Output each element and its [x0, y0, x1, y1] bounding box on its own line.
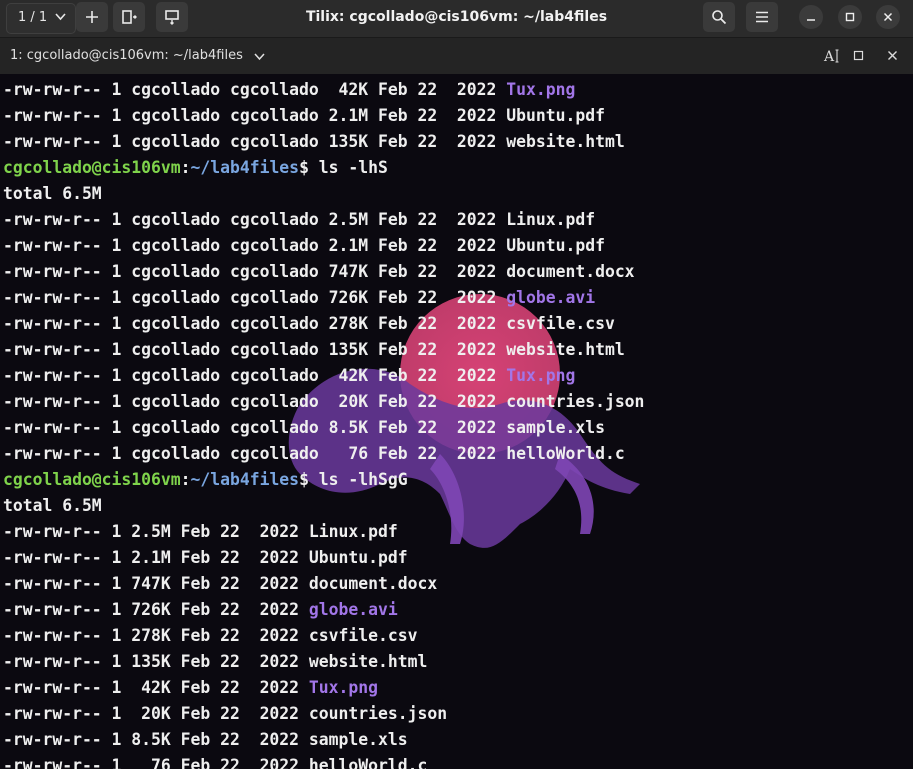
session-counter: 1 / 1	[18, 10, 48, 25]
terminal-maximize-icon[interactable]	[853, 50, 864, 61]
terminal-segment: total 6.5M	[3, 184, 102, 203]
terminal-line: -rw-rw-r-- 1 cgcollado cgcollado 76 Feb …	[3, 441, 625, 467]
terminal-segment: -rw-rw-r-- 1 cgcollado cgcollado 42K Feb…	[3, 366, 507, 385]
terminal-segment: -rw-rw-r-- 1 20K Feb 22 2022 countries.j…	[3, 704, 448, 723]
split-right-button[interactable]	[113, 2, 145, 32]
chevron-down-icon	[55, 13, 66, 21]
terminal-tab-label: 1: cgcollado@cis106vm: ~/lab4files	[10, 48, 243, 63]
terminal-segment: Tux.png	[506, 366, 576, 385]
terminal-line: -rw-rw-r-- 1 cgcollado cgcollado 2.5M Fe…	[3, 207, 595, 233]
terminal-output[interactable]: -rw-rw-r-- 1 cgcollado cgcollado 42K Feb…	[0, 74, 913, 769]
terminal-segment: -rw-rw-r-- 1 cgcollado cgcollado 747K Fe…	[3, 262, 635, 281]
terminal-segment: -rw-rw-r-- 1 cgcollado cgcollado 726K Fe…	[3, 288, 507, 307]
terminal-segment: -rw-rw-r-- 1 cgcollado cgcollado 2.5M Fe…	[3, 210, 596, 229]
add-session-button[interactable]	[76, 2, 108, 32]
terminal-segment: -rw-rw-r-- 1 cgcollado cgcollado 42K Feb…	[3, 80, 507, 99]
terminal-segment: cgcollado@cis106vm	[3, 158, 181, 177]
terminal-segment: :	[180, 470, 191, 489]
terminal-line: -rw-rw-r-- 1 cgcollado cgcollado 278K Fe…	[3, 311, 615, 337]
terminal-line: total 6.5M	[3, 181, 102, 207]
terminal-segment: -rw-rw-r-- 1 cgcollado cgcollado 135K Fe…	[3, 132, 625, 151]
terminal-line: -rw-rw-r-- 1 42K Feb 22 2022 Tux.png	[3, 675, 378, 701]
terminal-segment: ~/lab4files	[190, 158, 300, 177]
terminal-close-icon[interactable]	[887, 50, 898, 61]
terminal-line: total 6.5M	[3, 493, 102, 519]
terminal-line: -rw-rw-r-- 1 cgcollado cgcollado 42K Feb…	[3, 363, 575, 389]
terminal-segment: -rw-rw-r-- 1 278K Feb 22 2022 csvfile.cs…	[3, 626, 418, 645]
svg-text:A: A	[823, 49, 835, 65]
terminal-line: -rw-rw-r-- 1 cgcollado cgcollado 2.1M Fe…	[3, 103, 605, 129]
hamburger-menu-icon	[755, 11, 769, 23]
terminal-segment: -rw-rw-r-- 1 726K Feb 22 2022	[3, 600, 309, 619]
search-button[interactable]	[703, 2, 735, 32]
terminal-line: -rw-rw-r-- 1 cgcollado cgcollado 8.5K Fe…	[3, 415, 605, 441]
maximize-button[interactable]	[838, 5, 862, 29]
terminal-segment: -rw-rw-r-- 1 2.1M Feb 22 2022 Ubuntu.pdf	[3, 548, 408, 567]
terminal-titlebar: 1: cgcollado@cis106vm: ~/lab4files A	[0, 37, 913, 75]
terminal-line: -rw-rw-r-- 1 cgcollado cgcollado 42K Feb…	[3, 77, 575, 103]
terminal-line: cgcollado@cis106vm:~/lab4files$ ls -lhS	[3, 155, 388, 181]
terminal-segment: -rw-rw-r-- 1 cgcollado cgcollado 278K Fe…	[3, 314, 615, 333]
terminal-segment: -rw-rw-r-- 1 cgcollado cgcollado 135K Fe…	[3, 340, 625, 359]
main-menu-button[interactable]	[746, 2, 778, 32]
terminal-segment: -rw-rw-r-- 1 76 Feb 22 2022 helloWorld.c	[3, 756, 428, 769]
split-down-icon	[164, 9, 180, 25]
chevron-down-icon	[254, 53, 265, 61]
split-down-button[interactable]	[156, 2, 188, 32]
text-cursor-icon[interactable]: A	[823, 47, 841, 65]
terminal-title-dropdown[interactable]: 1: cgcollado@cis106vm: ~/lab4files	[0, 38, 280, 74]
minimize-button[interactable]	[799, 5, 823, 29]
terminal-line: -rw-rw-r-- 1 747K Feb 22 2022 document.d…	[3, 571, 437, 597]
terminal-segment: $ ls -lhS	[299, 158, 388, 177]
terminal-line: -rw-rw-r-- 1 2.1M Feb 22 2022 Ubuntu.pdf	[3, 545, 408, 571]
terminal-line: -rw-rw-r-- 1 278K Feb 22 2022 csvfile.cs…	[3, 623, 417, 649]
terminal-line: -rw-rw-r-- 1 20K Feb 22 2022 countries.j…	[3, 701, 447, 727]
terminal-segment: :	[180, 158, 191, 177]
maximize-icon	[845, 12, 855, 22]
terminal-segment: globe.avi	[308, 600, 398, 619]
minimize-icon	[806, 12, 816, 22]
terminal-line: -rw-rw-r-- 1 cgcollado cgcollado 20K Feb…	[3, 389, 644, 415]
terminal-segment: -rw-rw-r-- 1 cgcollado cgcollado 76 Feb …	[3, 444, 625, 463]
terminal-segment: total 6.5M	[3, 496, 102, 515]
terminal-segment: -rw-rw-r-- 1 2.5M Feb 22 2022 Linux.pdf	[3, 522, 398, 541]
terminal-segment: ~/lab4files	[190, 470, 300, 489]
terminal-segment: Tux.png	[308, 678, 378, 697]
terminal-line: -rw-rw-r-- 1 726K Feb 22 2022 globe.avi	[3, 597, 398, 623]
terminal-segment: -rw-rw-r-- 1 135K Feb 22 2022 website.ht…	[3, 652, 428, 671]
session-switcher[interactable]: 1 / 1	[6, 3, 76, 34]
terminal-line: -rw-rw-r-- 1 cgcollado cgcollado 135K Fe…	[3, 129, 625, 155]
terminal-line: -rw-rw-r-- 1 76 Feb 22 2022 helloWorld.c	[3, 753, 427, 769]
terminal-line: -rw-rw-r-- 1 2.5M Feb 22 2022 Linux.pdf	[3, 519, 398, 545]
terminal-line: cgcollado@cis106vm:~/lab4files$ ls -lhSg…	[3, 467, 408, 493]
terminal-segment: -rw-rw-r-- 1 8.5K Feb 22 2022 sample.xls	[3, 730, 408, 749]
close-icon	[883, 12, 893, 22]
terminal-segment: Tux.png	[506, 80, 576, 99]
search-icon	[711, 9, 727, 25]
terminal-line: -rw-rw-r-- 1 135K Feb 22 2022 website.ht…	[3, 649, 427, 675]
terminal-segment: $ ls -lhSgG	[299, 470, 408, 489]
terminal-segment: cgcollado@cis106vm	[3, 470, 181, 489]
terminal-segment: -rw-rw-r-- 1 cgcollado cgcollado 2.1M Fe…	[3, 236, 605, 255]
terminal-segment: -rw-rw-r-- 1 747K Feb 22 2022 document.d…	[3, 574, 438, 593]
terminal-line: -rw-rw-r-- 1 cgcollado cgcollado 2.1M Fe…	[3, 233, 605, 259]
terminal-segment: -rw-rw-r-- 1 cgcollado cgcollado 2.1M Fe…	[3, 106, 605, 125]
split-right-icon	[121, 9, 137, 25]
terminal-line: -rw-rw-r-- 1 cgcollado cgcollado 135K Fe…	[3, 337, 625, 363]
terminal-line: -rw-rw-r-- 1 cgcollado cgcollado 726K Fe…	[3, 285, 595, 311]
terminal-line: -rw-rw-r-- 1 8.5K Feb 22 2022 sample.xls	[3, 727, 408, 753]
terminal-segment: -rw-rw-r-- 1 cgcollado cgcollado 8.5K Fe…	[3, 418, 605, 437]
terminal-line: -rw-rw-r-- 1 cgcollado cgcollado 747K Fe…	[3, 259, 635, 285]
plus-icon	[85, 10, 99, 24]
terminal-segment: globe.avi	[506, 288, 596, 307]
terminal-segment: -rw-rw-r-- 1 cgcollado cgcollado 20K Feb…	[3, 392, 645, 411]
window-titlebar: 1 / 1 Tilix: cgcollado@cis106vm: ~/lab4f…	[0, 0, 913, 37]
terminal-segment: -rw-rw-r-- 1 42K Feb 22 2022	[3, 678, 309, 697]
close-button[interactable]	[876, 5, 900, 29]
